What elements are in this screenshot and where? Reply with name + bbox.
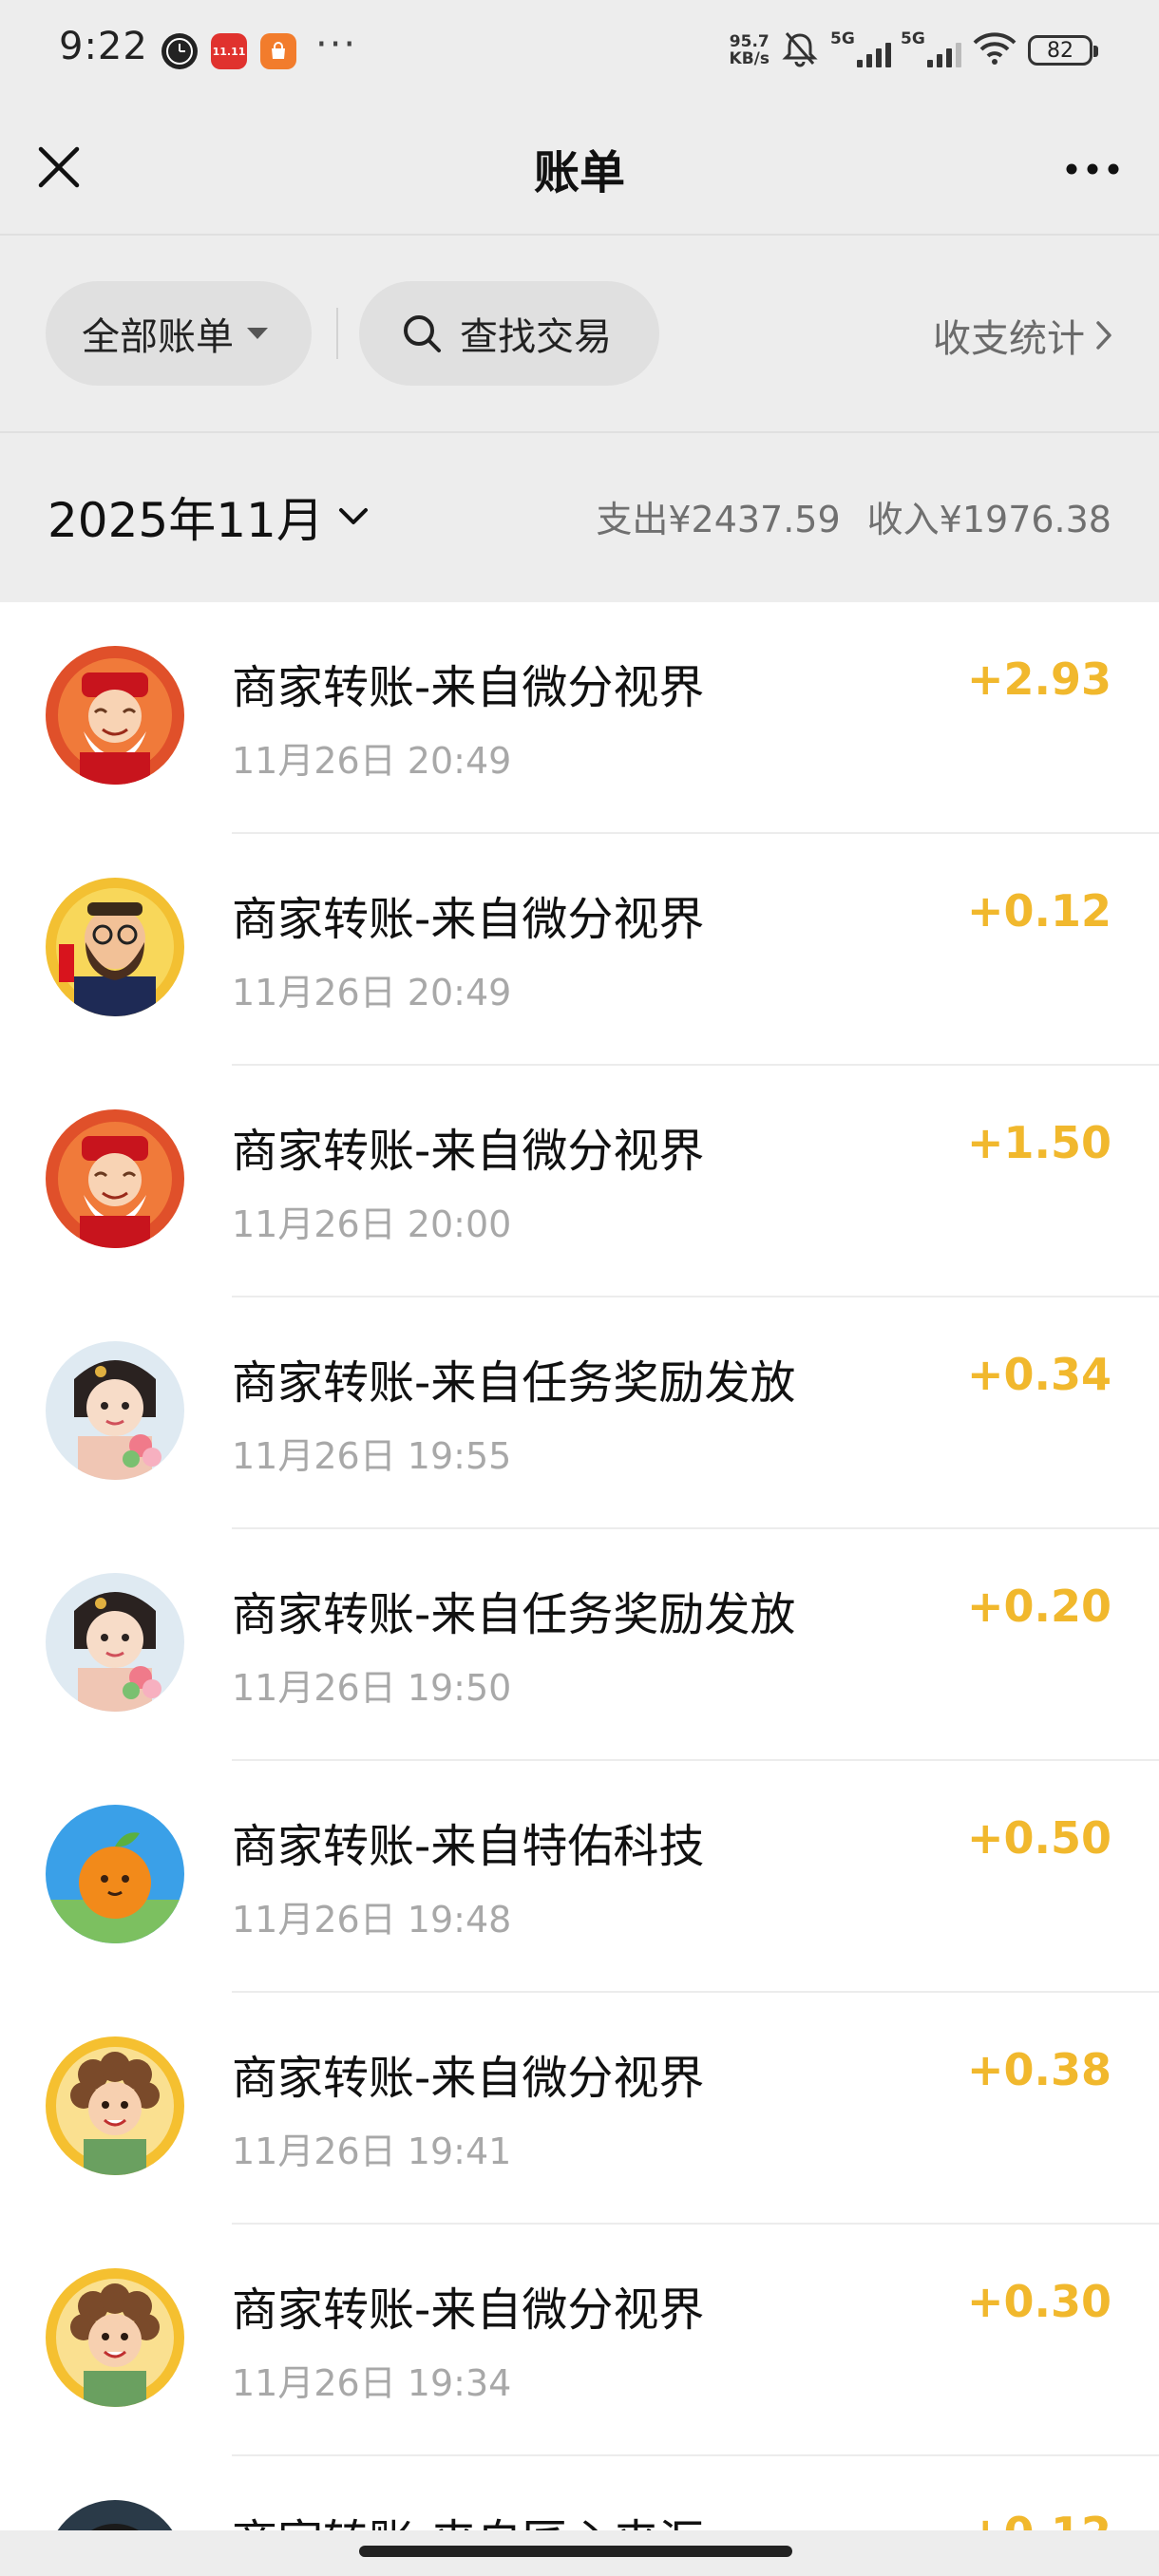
cellular-signal-2-icon: 5G <box>901 29 961 71</box>
bill-page: 9:22 11.11 ··· 95.7 KB/s 5G 5G 82 账单 全部账… <box>0 0 1159 2576</box>
transaction-row[interactable]: 商家转账-来自任务奖励发放 11月26日 19:55 +0.34 <box>0 1297 1159 1529</box>
transaction-title: 商家转账-来自微分视界 <box>232 2052 705 2105</box>
transaction-row[interactable]: 商家转账-来自微分视界 11月26日 19:34 +0.30 <box>0 2225 1159 2456</box>
curly-lady-avatar <box>46 2036 184 2175</box>
month-summary: 支出¥2437.59 收入¥1976.38 <box>596 490 1112 542</box>
transaction-time: 11月26日 20:49 <box>232 972 512 1013</box>
search-transactions-button[interactable]: 查找交易 <box>359 281 659 386</box>
transaction-time: 11月26日 19:34 <box>232 2362 512 2404</box>
mute-bell-icon <box>779 28 821 73</box>
page-title: 账单 <box>533 146 625 199</box>
transaction-amount: +0.12 <box>967 2508 1112 2530</box>
status-time: 9:22 <box>59 25 148 68</box>
income-total: 收入¥1976.38 <box>866 499 1112 540</box>
caret-down-icon <box>247 328 268 339</box>
fortune-god-red-avatar <box>46 646 184 785</box>
transaction-time: 11月26日 19:41 <box>232 2131 512 2172</box>
transaction-time: 11月26日 19:48 <box>232 1899 512 1941</box>
transaction-row[interactable]: 商家转账-来自特佑科技 11月26日 19:48 +0.50 <box>0 1761 1159 1993</box>
all-bills-label: 全部账单 <box>82 315 234 359</box>
more-options-button[interactable] <box>1054 139 1130 199</box>
title-bar: 账单 <box>0 101 1159 234</box>
transaction-title: 商家转账-来自微分视界 <box>232 893 705 946</box>
transaction-title: 商家转账-来自任务奖励发放 <box>232 1356 796 1410</box>
chevron-right-icon <box>1096 321 1112 350</box>
transaction-amount: +2.93 <box>966 653 1112 705</box>
curly-lady-avatar <box>46 2268 184 2407</box>
status-indicators: 95.7 KB/s 5G 5G 82 <box>729 27 1098 74</box>
transaction-amount: +0.34 <box>966 1349 1112 1400</box>
month-header: 2025年11月 支出¥2437.59 收入¥1976.38 <box>0 433 1159 602</box>
more-notifications-icon: ··· <box>315 23 358 66</box>
clock-app-icon <box>162 33 198 69</box>
search-label: 查找交易 <box>460 315 612 359</box>
transaction-title: 商家转账-来自微分视界 <box>232 661 705 714</box>
transaction-time: 11月26日 20:49 <box>232 740 512 782</box>
transaction-amount: +1.50 <box>966 1117 1112 1168</box>
transaction-title: 商家转账-来自匠心来汇 <box>232 2504 704 2530</box>
transaction-time: 11月26日 19:55 <box>232 1435 512 1477</box>
network-speed: 95.7 KB/s <box>729 32 770 68</box>
dark-avatar <box>46 2500 184 2530</box>
month-selector[interactable]: 2025年11月 <box>48 483 370 551</box>
stats-label: 收支统计 <box>933 317 1085 361</box>
all-bills-dropdown[interactable]: 全部账单 <box>46 281 312 386</box>
shopping-app-icon: 11.11 <box>211 33 247 69</box>
transaction-row[interactable]: 商家转账-来自微分视界 11月26日 20:49 +0.12 <box>0 834 1159 1066</box>
transaction-row[interactable]: 商家转账-来自匠心来汇 +0.12 <box>0 2456 1159 2530</box>
cellular-signal-1-icon: 5G <box>830 29 891 71</box>
wifi-icon <box>971 29 1018 71</box>
transaction-row[interactable]: 商家转账-来自微分视界 11月26日 20:49 +2.93 <box>0 602 1159 834</box>
fortune-god-red-avatar <box>46 1109 184 1248</box>
transaction-amount: +0.50 <box>966 1812 1112 1864</box>
transaction-amount: +0.30 <box>966 2276 1112 2327</box>
transaction-amount: +0.12 <box>966 885 1112 937</box>
more-horizontal-icon <box>1066 163 1119 175</box>
transaction-time: 11月26日 19:50 <box>232 1667 512 1709</box>
home-gesture-handle[interactable] <box>359 2546 792 2557</box>
filter-separator <box>336 308 338 359</box>
transaction-title: 商家转账-来自特佑科技 <box>232 1820 705 1873</box>
status-bar: 9:22 11.11 ··· 95.7 KB/s 5G 5G 82 <box>0 0 1159 101</box>
transaction-row[interactable]: 商家转账-来自微分视界 11月26日 20:00 +1.50 <box>0 1066 1159 1297</box>
transaction-amount: +0.38 <box>966 2044 1112 2095</box>
orange-fruit-avatar <box>46 1805 184 1943</box>
lady-flowers-avatar <box>46 1573 184 1712</box>
battery-icon: 82 <box>1028 35 1098 66</box>
navigation-gesture-area <box>0 2530 1159 2576</box>
lady-flowers-avatar <box>46 1341 184 1480</box>
transaction-row[interactable]: 商家转账-来自微分视界 11月26日 19:41 +0.38 <box>0 1993 1159 2225</box>
month-label: 2025年11月 <box>48 493 324 548</box>
filter-bar: 全部账单 查找交易 收支统计 <box>0 236 1159 433</box>
transaction-amount: +0.20 <box>966 1581 1112 1632</box>
transaction-row[interactable]: 商家转账-来自任务奖励发放 11月26日 19:50 +0.20 <box>0 1529 1159 1761</box>
expense-total: 支出¥2437.59 <box>596 499 841 540</box>
bearded-man-glasses-avatar <box>46 878 184 1016</box>
transaction-time: 11月26日 20:00 <box>232 1203 512 1245</box>
search-icon <box>401 313 443 354</box>
taobao-app-icon <box>260 33 296 69</box>
transaction-title: 商家转账-来自微分视界 <box>232 1125 705 1178</box>
transaction-title: 商家转账-来自任务奖励发放 <box>232 1588 796 1641</box>
chevron-down-icon <box>338 508 368 524</box>
transaction-list: 商家转账-来自微分视界 11月26日 20:49 +2.93 商家转账-来自微分… <box>0 602 1159 2530</box>
income-expense-stats-link[interactable]: 收支统计 <box>933 308 1113 363</box>
transaction-title: 商家转账-来自微分视界 <box>232 2283 705 2337</box>
